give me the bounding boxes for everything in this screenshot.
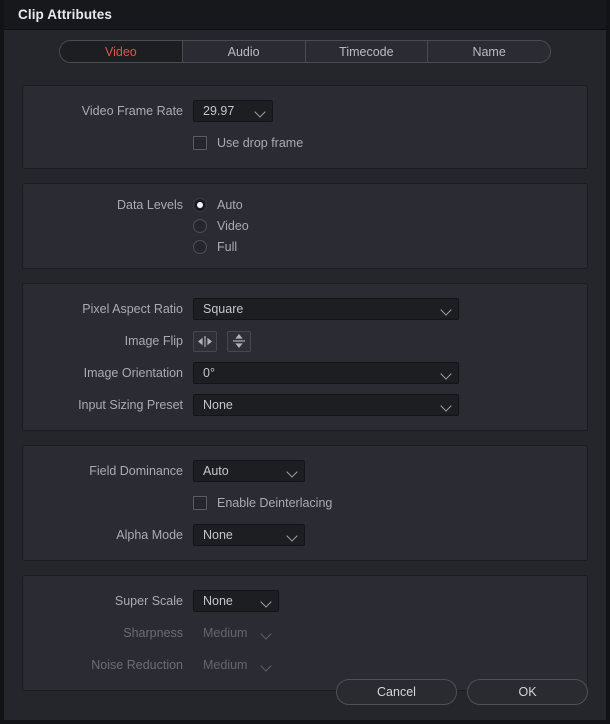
checkbox-icon	[193, 136, 207, 150]
pixel-aspect-ratio-value: Square	[203, 302, 244, 316]
ok-button-label: OK	[518, 685, 537, 699]
super-scale-label: Super Scale	[114, 594, 183, 608]
row-video-frame-rate: Video Frame Rate 29.97	[23, 100, 587, 122]
tab-video[interactable]: Video	[60, 41, 183, 62]
pixel-aspect-ratio-label: Pixel Aspect Ratio	[82, 302, 183, 316]
input-sizing-preset-dropdown[interactable]: None	[193, 394, 459, 416]
tab-name[interactable]: Name	[428, 41, 550, 62]
flip-vertical-glyph	[233, 334, 245, 348]
flip-horizontal-glyph	[198, 335, 212, 347]
image-orientation-value: 0°	[203, 366, 215, 380]
tab-audio[interactable]: Audio	[182, 41, 306, 62]
tab-timecode[interactable]: Timecode	[305, 41, 429, 62]
sharpness-dropdown: Medium	[193, 622, 279, 644]
use-drop-frame-label: Use drop frame	[217, 136, 304, 150]
data-levels-label: Data Levels	[116, 198, 183, 212]
video-frame-rate-value: 29.97	[203, 104, 235, 118]
row-data-levels: Data Levels Auto Video Full	[23, 198, 587, 254]
super-scale-dropdown[interactable]: None	[193, 590, 279, 612]
tab-name-label: Name	[472, 44, 506, 59]
tab-timecode-label: Timecode	[339, 44, 394, 59]
flip-vertical-icon[interactable]	[227, 330, 251, 352]
row-use-drop-frame: Use drop frame	[23, 132, 587, 154]
alpha-mode-value: None	[203, 528, 233, 542]
row-input-sizing-preset: Input Sizing Preset None	[23, 394, 587, 416]
dialog-footer: Cancel OK	[4, 664, 606, 720]
panel-data-levels: Data Levels Auto Video Full	[22, 183, 588, 269]
ok-button[interactable]: OK	[467, 679, 588, 705]
chevron-down-icon	[441, 368, 452, 379]
video-frame-rate-label: Video Frame Rate	[81, 104, 183, 118]
radio-full-label: Full	[217, 240, 238, 254]
field-dominance-dropdown[interactable]: Auto	[193, 460, 305, 482]
radio-data-levels-full[interactable]: Full	[193, 240, 249, 254]
row-field-dominance: Field Dominance Auto	[23, 460, 587, 482]
sharpness-label: Sharpness	[123, 626, 183, 640]
chevron-down-icon	[261, 628, 272, 639]
chevron-down-icon	[287, 530, 298, 541]
dialog-titlebar: Clip Attributes	[4, 0, 606, 30]
field-dominance-value: Auto	[203, 464, 229, 478]
alpha-mode-label: Alpha Mode	[116, 528, 183, 542]
panel-field: Field Dominance Auto Enable Deinterlacin…	[22, 445, 588, 561]
enable-deinterlacing-checkbox[interactable]: Enable Deinterlacing	[193, 496, 332, 510]
radio-data-levels-video[interactable]: Video	[193, 219, 249, 233]
radio-unselected-icon	[193, 219, 207, 233]
input-sizing-preset-label: Input Sizing Preset	[78, 398, 183, 412]
sharpness-value: Medium	[203, 626, 248, 640]
checkbox-icon	[193, 496, 207, 510]
panel-image: Pixel Aspect Ratio Square Image Flip Ima…	[22, 283, 588, 431]
alpha-mode-dropdown[interactable]: None	[193, 524, 305, 546]
input-sizing-preset-value: None	[203, 398, 233, 412]
image-orientation-dropdown[interactable]: 0°	[193, 362, 459, 384]
pixel-aspect-ratio-dropdown[interactable]: Square	[193, 298, 459, 320]
row-super-scale: Super Scale None	[23, 590, 587, 612]
radio-selected-icon	[193, 198, 207, 212]
chevron-down-icon	[441, 400, 452, 411]
row-pixel-aspect-ratio: Pixel Aspect Ratio Square	[23, 298, 587, 320]
radio-data-levels-auto[interactable]: Auto	[193, 198, 249, 212]
flip-horizontal-icon[interactable]	[193, 330, 217, 352]
chevron-down-icon	[441, 304, 452, 315]
panel-frame-rate: Video Frame Rate 29.97 Use drop frame	[22, 85, 588, 169]
radio-auto-label: Auto	[217, 198, 243, 212]
chevron-down-icon	[255, 106, 266, 117]
chevron-down-icon	[261, 596, 272, 607]
row-image-flip: Image Flip	[23, 330, 587, 352]
radio-unselected-icon	[193, 240, 207, 254]
row-sharpness: Sharpness Medium	[23, 622, 587, 644]
dialog-title: Clip Attributes	[18, 7, 112, 22]
super-scale-value: None	[203, 594, 233, 608]
video-frame-rate-dropdown[interactable]: 29.97	[193, 100, 273, 122]
clip-attributes-dialog: Clip Attributes Video Audio Timecode Nam…	[0, 0, 610, 724]
field-dominance-label: Field Dominance	[89, 464, 183, 478]
dialog-body: Video Audio Timecode Name Video Frame Ra…	[4, 30, 606, 720]
tab-audio-label: Audio	[227, 44, 260, 59]
image-orientation-label: Image Orientation	[83, 366, 183, 380]
radio-video-label: Video	[217, 219, 249, 233]
use-drop-frame-checkbox[interactable]: Use drop frame	[193, 136, 303, 150]
enable-deinterlacing-label: Enable Deinterlacing	[217, 496, 333, 510]
row-enable-deinterlacing: Enable Deinterlacing	[23, 492, 587, 514]
chevron-down-icon	[287, 466, 298, 477]
data-levels-radio-group: Auto Video Full	[193, 198, 249, 254]
row-alpha-mode: Alpha Mode None	[23, 524, 587, 546]
cancel-button[interactable]: Cancel	[336, 679, 457, 705]
cancel-button-label: Cancel	[377, 685, 416, 699]
tab-bar: Video Audio Timecode Name	[59, 40, 551, 63]
tab-video-label: Video	[105, 44, 137, 59]
image-flip-label: Image Flip	[124, 334, 183, 348]
row-image-orientation: Image Orientation 0°	[23, 362, 587, 384]
